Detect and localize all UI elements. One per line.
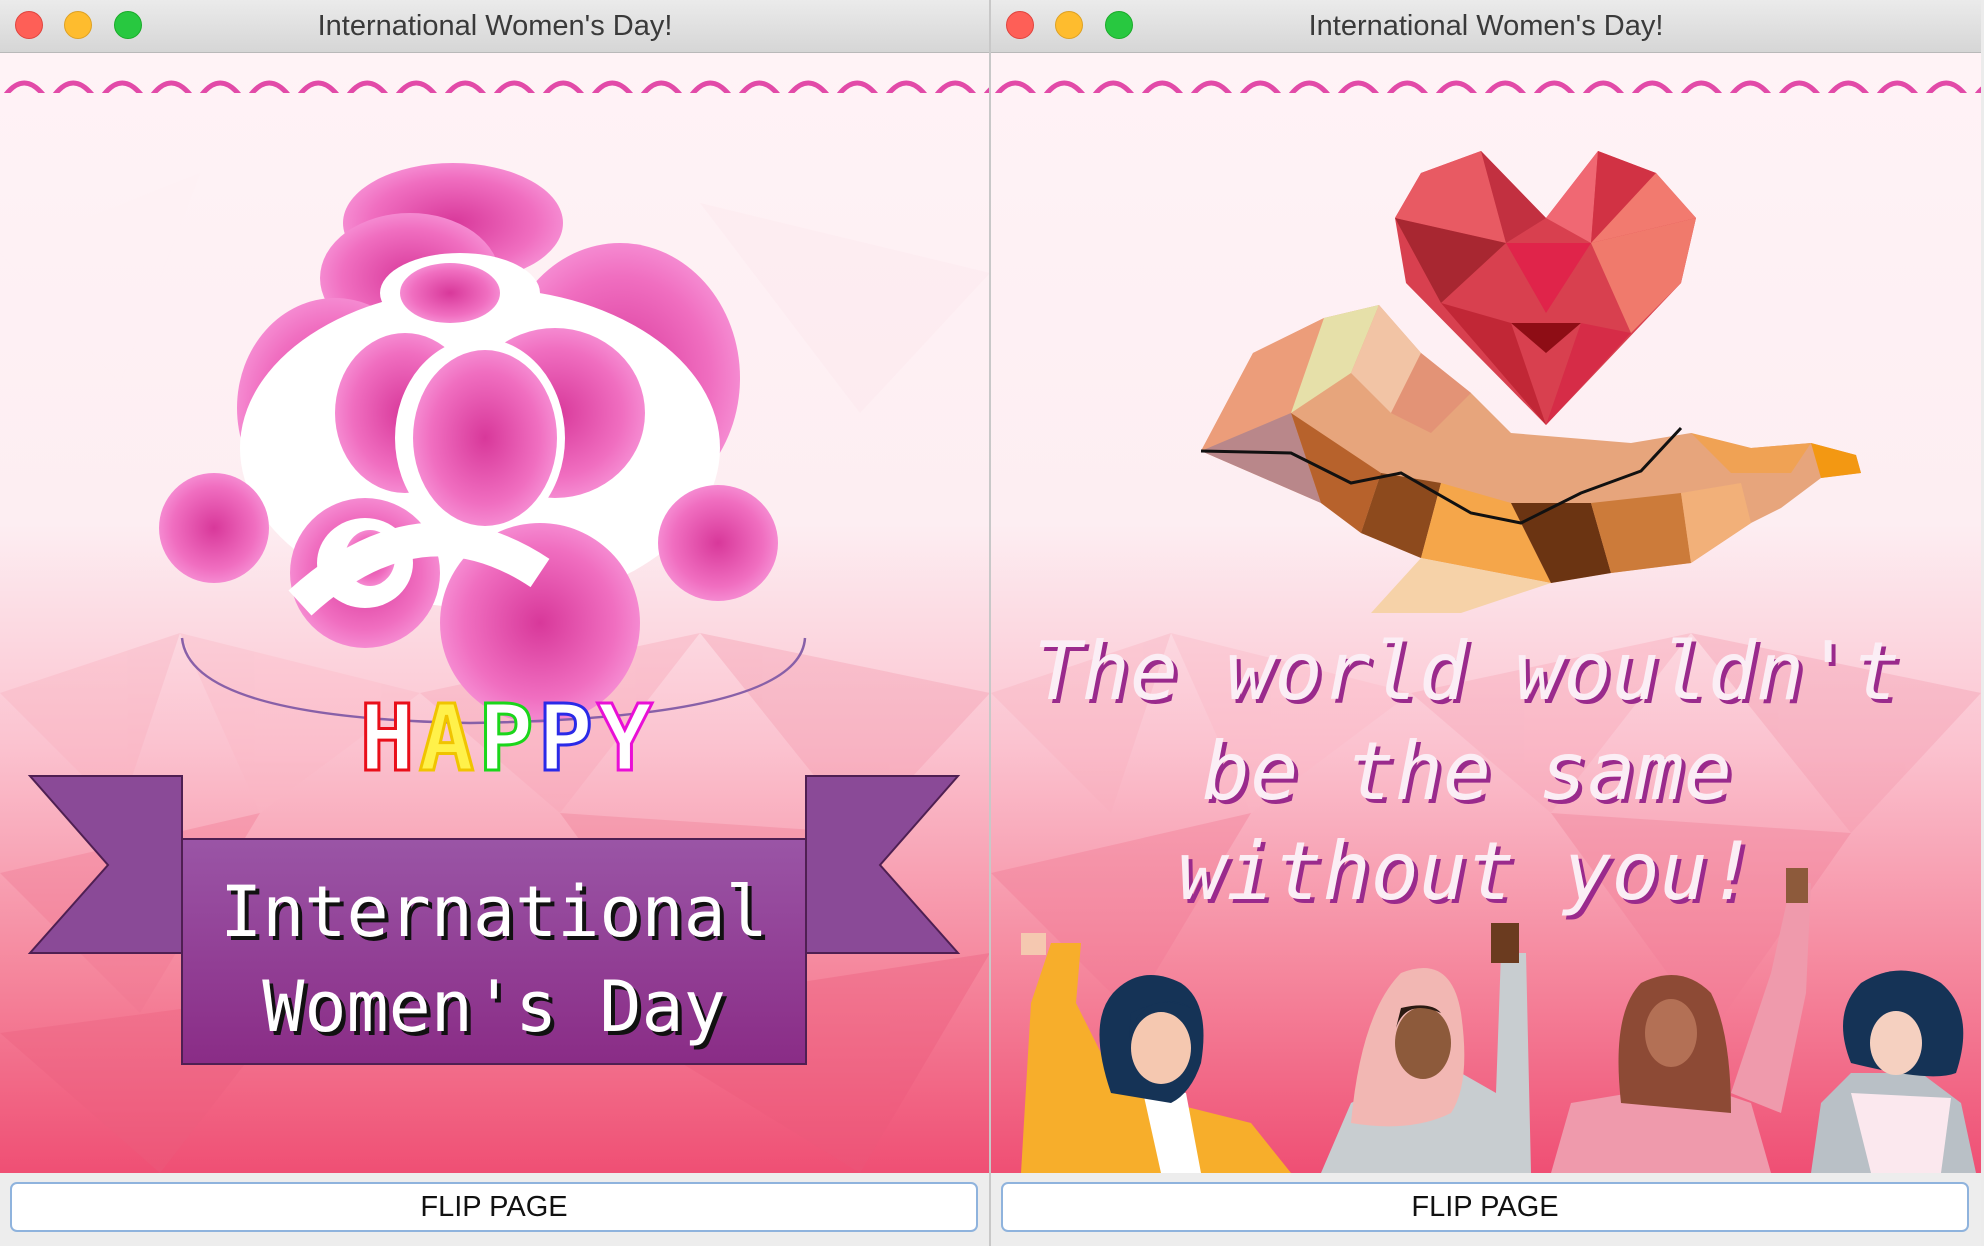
window-title: International Women's Day! — [1308, 10, 1664, 42]
happy-letter: P — [538, 685, 597, 792]
banner-line2: Women's Day — [262, 966, 726, 1048]
scallop-border — [0, 53, 990, 111]
title-bar: International Women's Day! — [0, 0, 990, 53]
card-front: HAPPY International International Women'… — [0, 53, 990, 1173]
flip-page-button[interactable]: FLIP PAGE — [10, 1182, 978, 1232]
message-line2: be the same — [1202, 725, 1732, 818]
scallop-border — [991, 53, 1981, 111]
card-window-right: International Women's Day! The world wou… — [991, 0, 1981, 1246]
window-title: International Women's Day! — [317, 10, 673, 42]
happy-word: HAPPY — [360, 685, 657, 792]
banner-line1: International — [220, 871, 768, 953]
happy-letter: H — [360, 685, 419, 792]
happy-letter: Y — [597, 685, 656, 792]
card-window-left: International Women's Day! HAPPY Interna… — [0, 0, 990, 1246]
flip-page-button[interactable]: FLIP PAGE — [1001, 1182, 1969, 1232]
title-bar: International Women's Day! — [991, 0, 1981, 53]
happy-letter: P — [478, 685, 537, 792]
message-line3: without you! — [1178, 825, 1756, 918]
message-line1: The world wouldn't — [1034, 625, 1901, 718]
happy-letter: A — [419, 685, 478, 792]
card-inside: The world wouldn't The world wouldn't be… — [991, 53, 1981, 1173]
